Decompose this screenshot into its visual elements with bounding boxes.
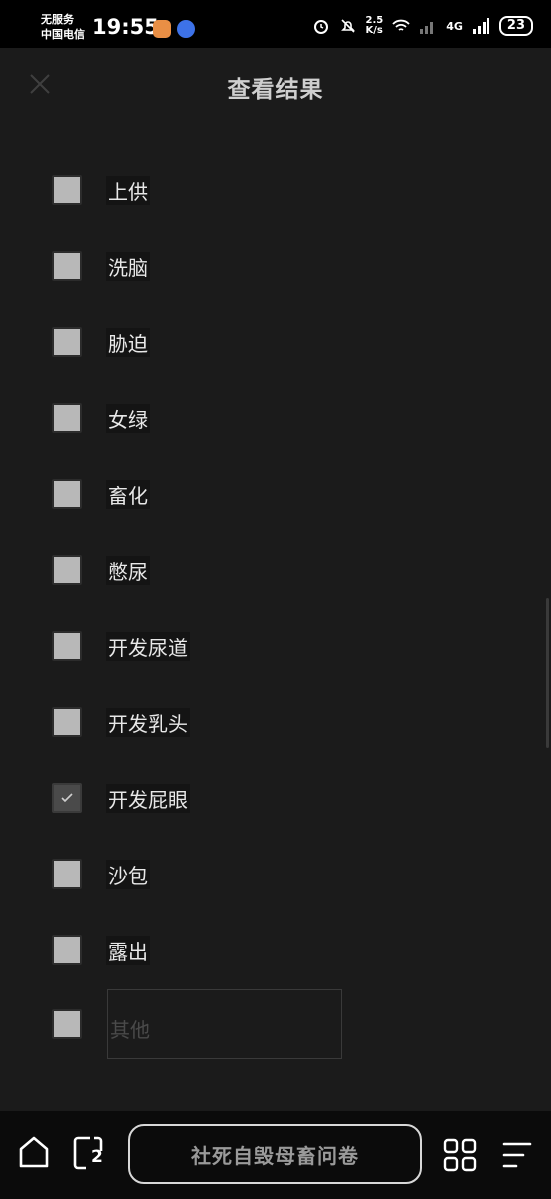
other-input-placeholder: 其他 <box>110 1018 150 1042</box>
other-text-input[interactable]: 其他 <box>107 989 342 1059</box>
status-bar: 无服务 中国电信 19:55 2.5 K/s 4G 23 <box>0 0 551 48</box>
net-speed: 2.5 K/s <box>366 16 384 36</box>
option-label: 洗脑 <box>106 251 150 281</box>
checkbox[interactable] <box>52 555 82 585</box>
option-item[interactable]: 开发尿道 <box>52 629 190 663</box>
option-label: 露出 <box>106 935 150 965</box>
option-label: 畜化 <box>106 479 150 509</box>
page-header: 查看结果 <box>0 48 551 120</box>
tabs-button[interactable]: 2 <box>72 1135 108 1171</box>
checkbox[interactable] <box>52 327 82 357</box>
net-speed-unit: K/s <box>365 25 383 36</box>
scrollbar[interactable] <box>546 598 549 748</box>
apps-grid-icon[interactable] <box>443 1138 477 1172</box>
alarm-icon <box>313 20 328 34</box>
option-label: 开发尿道 <box>106 631 190 661</box>
home-icon[interactable] <box>18 1135 50 1169</box>
option-other[interactable] <box>52 1007 82 1041</box>
option-item[interactable]: 露出 <box>52 933 150 967</box>
wifi-icon <box>392 19 410 31</box>
menu-icon[interactable] <box>501 1140 533 1170</box>
option-label: 憋尿 <box>106 555 150 585</box>
carrier-line1: 无服务 <box>41 13 74 26</box>
checkbox[interactable] <box>52 251 82 281</box>
option-item[interactable]: 开发乳头 <box>52 705 190 739</box>
signal-strength-icon <box>472 18 489 34</box>
carrier-line2: 中国电信 <box>41 28 85 41</box>
option-label: 胁迫 <box>106 327 150 357</box>
option-label: 开发乳头 <box>106 707 190 737</box>
option-item[interactable]: 憋尿 <box>52 553 150 587</box>
option-item[interactable]: 洗脑 <box>52 249 150 283</box>
checkbox[interactable] <box>52 175 82 205</box>
checkbox[interactable] <box>52 859 82 889</box>
option-label: 上供 <box>106 175 150 205</box>
carrier-info: 无服务 中国电信 <box>41 12 85 42</box>
option-item[interactable]: 胁迫 <box>52 325 150 359</box>
browser-notification-icon <box>177 20 195 38</box>
page-title-bar[interactable]: 社死自毁母畜问卷 <box>128 1124 422 1184</box>
option-item[interactable]: 沙包 <box>52 857 150 891</box>
option-item[interactable]: 开发屁眼 <box>52 781 190 815</box>
option-item[interactable]: 女绿 <box>52 401 150 435</box>
checkbox[interactable] <box>52 631 82 661</box>
browser-bottom-bar: 2 社死自毁母畜问卷 <box>0 1111 551 1199</box>
checkbox[interactable] <box>52 707 82 737</box>
signal-icon <box>420 22 434 34</box>
tab-count: 2 <box>91 1147 103 1167</box>
status-icons: 2.5 K/s 4G 23 <box>312 16 533 36</box>
network-type: 4G <box>446 19 463 33</box>
mute-bell-icon <box>340 19 355 33</box>
option-label: 沙包 <box>106 859 150 889</box>
checkbox[interactable] <box>52 403 82 433</box>
clock: 19:55 <box>92 15 159 39</box>
option-label: 开发屁眼 <box>106 783 190 813</box>
checkbox-checked[interactable] <box>52 783 82 813</box>
page-title: 查看结果 <box>227 77 324 103</box>
app-notification-icon <box>153 20 171 38</box>
checkbox[interactable] <box>52 479 82 509</box>
battery-indicator: 23 <box>498 16 533 36</box>
option-label: 女绿 <box>106 403 150 433</box>
option-item[interactable]: 上供 <box>52 173 150 207</box>
option-item[interactable]: 畜化 <box>52 477 150 511</box>
checkbox[interactable] <box>52 1009 82 1039</box>
checkbox[interactable] <box>52 935 82 965</box>
checkmark-icon <box>61 793 73 803</box>
